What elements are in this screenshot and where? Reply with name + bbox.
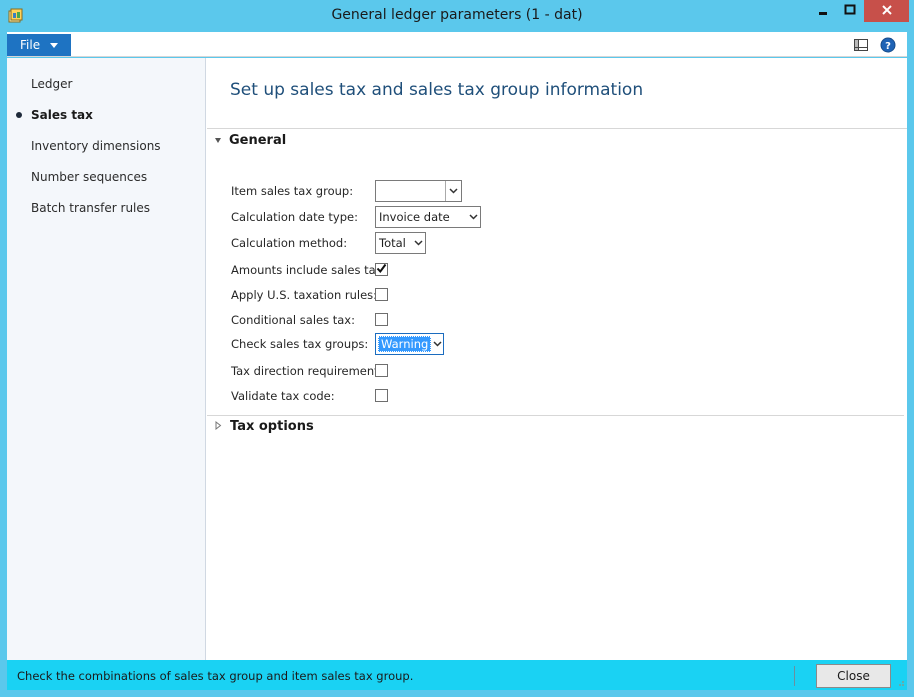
expanded-triangle-icon — [215, 138, 221, 143]
check-sales-tax-groups-value: Warning — [378, 336, 432, 352]
calculation-date-type-label: Calculation date type: — [231, 210, 358, 224]
check-sales-tax-groups-label: Check sales tax groups: — [231, 337, 369, 351]
section-tax-options-title: Tax options — [230, 419, 314, 434]
calculation-method-label: Calculation method: — [231, 236, 348, 250]
chevron-down-icon — [431, 334, 443, 354]
sidebar: Ledger Sales tax Inventory dimensions Nu… — [7, 58, 206, 660]
menu-bar: File ? — [7, 32, 907, 57]
validate-tax-code-checkbox[interactable] — [375, 389, 388, 402]
calculation-method-combo[interactable]: Total — [375, 232, 426, 254]
check-sales-tax-groups-combo[interactable]: Warning — [375, 333, 444, 355]
chevron-down-icon[interactable] — [445, 181, 461, 201]
close-window-button[interactable] — [864, 0, 909, 22]
resize-grip-icon[interactable] — [895, 676, 905, 686]
status-bar: Check the combinations of sales tax grou… — [7, 660, 907, 690]
file-menu-label: File — [20, 38, 41, 52]
chevron-down-icon — [411, 233, 425, 253]
window-title: General ledger parameters (1 - dat) — [331, 7, 583, 23]
checkmark-icon — [376, 263, 387, 277]
validate-tax-code-label: Validate tax code: — [231, 389, 335, 403]
divider — [207, 415, 904, 416]
main-panel: Set up sales tax and sales tax group inf… — [207, 58, 907, 660]
section-general-title: General — [229, 133, 287, 148]
sidebar-item-sales-tax[interactable]: Sales tax — [31, 108, 93, 122]
close-button-label: Close — [837, 669, 870, 683]
amounts-include-sales-tax-checkbox[interactable] — [375, 263, 388, 276]
item-sales-tax-group-label: Item sales tax group: — [231, 184, 354, 198]
close-icon — [881, 4, 893, 19]
chevron-down-icon — [50, 42, 59, 48]
maximize-button[interactable] — [837, 0, 863, 22]
tax-direction-requirement-checkbox[interactable] — [375, 364, 388, 377]
active-bullet-icon — [16, 112, 22, 118]
close-button[interactable]: Close — [816, 664, 891, 688]
calculation-date-type-value: Invoice date — [379, 210, 450, 224]
conditional-sales-tax-label: Conditional sales tax: — [231, 313, 355, 327]
sidebar-item-batch-transfer-rules[interactable]: Batch transfer rules — [31, 201, 150, 215]
apply-us-taxation-rules-checkbox[interactable] — [375, 288, 388, 301]
minimize-icon — [817, 4, 829, 19]
calculation-date-type-combo[interactable]: Invoice date — [375, 206, 481, 228]
svg-text:?: ? — [885, 41, 891, 52]
calculation-method-value: Total — [379, 236, 406, 250]
application-window: General ledger parameters (1 - dat) File — [0, 0, 914, 697]
section-general-header[interactable]: General — [215, 133, 286, 148]
status-message: Check the combinations of sales tax grou… — [17, 669, 414, 683]
divider — [207, 128, 907, 129]
chevron-down-icon — [466, 207, 480, 227]
section-tax-options-header[interactable]: Tax options — [215, 419, 314, 434]
file-menu-button[interactable]: File — [7, 34, 71, 56]
item-sales-tax-group-combo[interactable] — [375, 180, 462, 202]
tax-direction-requirement-label: Tax direction requirement: — [231, 364, 383, 378]
page-title: Set up sales tax and sales tax group inf… — [230, 80, 644, 100]
content-area: Ledger Sales tax Inventory dimensions Nu… — [7, 58, 907, 660]
minimize-button[interactable] — [810, 0, 836, 22]
conditional-sales-tax-checkbox[interactable] — [375, 313, 388, 326]
amounts-include-sales-tax-label: Amounts include sales tax: — [231, 263, 387, 277]
sidebar-item-number-sequences[interactable]: Number sequences — [31, 170, 147, 184]
maximize-icon — [844, 4, 856, 19]
apply-us-taxation-rules-label: Apply U.S. taxation rules: — [231, 288, 378, 302]
layout-icon[interactable] — [853, 37, 869, 53]
divider — [794, 666, 795, 686]
collapsed-triangle-icon — [215, 419, 222, 434]
title-bar[interactable]: General ledger parameters (1 - dat) — [0, 0, 914, 32]
sidebar-item-ledger[interactable]: Ledger — [31, 77, 72, 91]
sidebar-item-inventory-dimensions[interactable]: Inventory dimensions — [31, 139, 161, 153]
help-icon[interactable]: ? — [880, 37, 896, 53]
